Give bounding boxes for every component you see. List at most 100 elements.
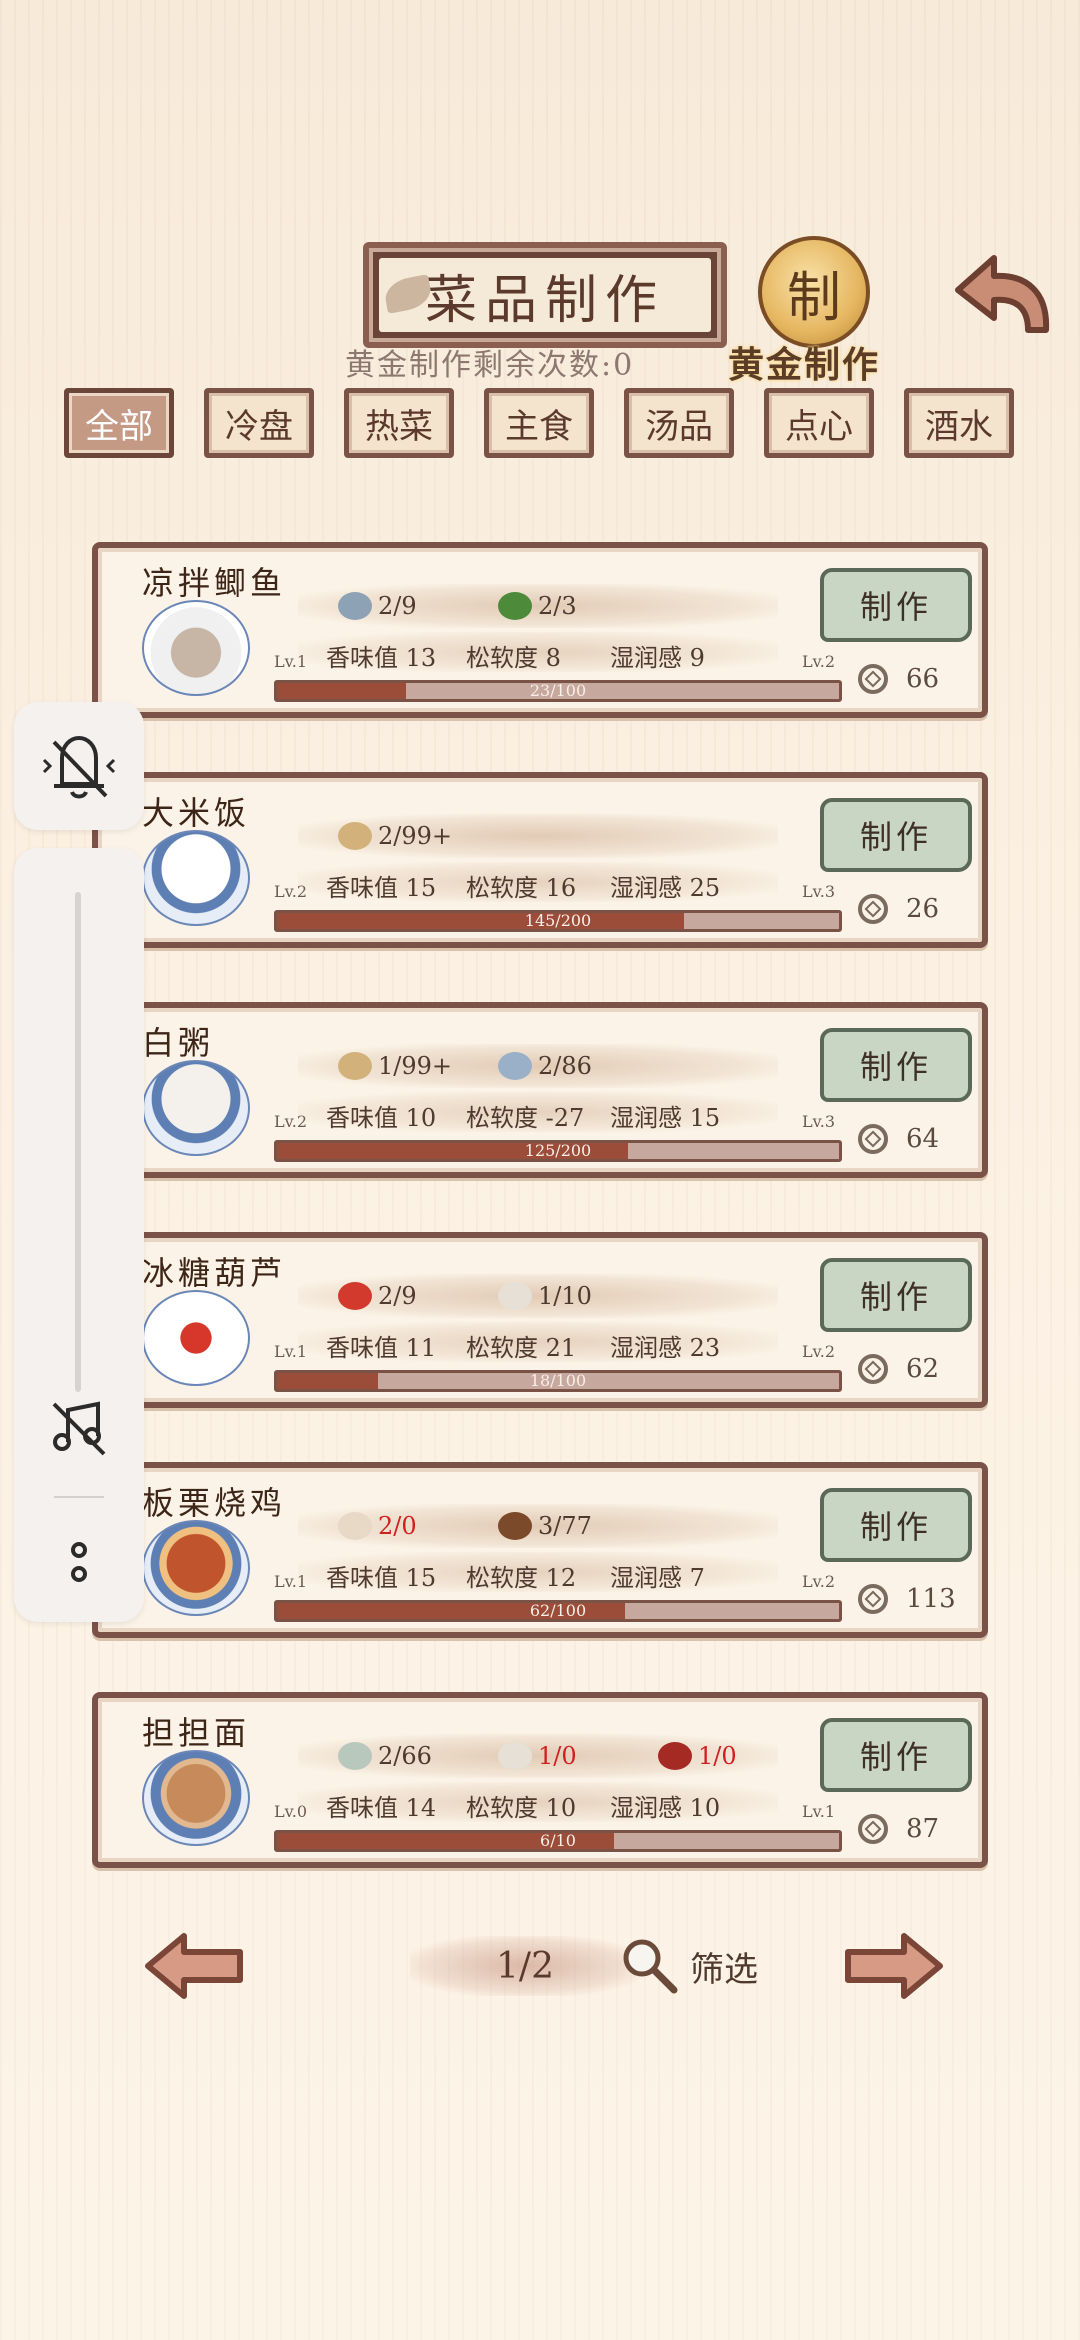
back-button[interactable] — [948, 244, 1056, 340]
hawthorn-icon — [338, 1282, 372, 1310]
ingredient-count: 1/10 — [538, 1282, 592, 1310]
dish-image — [142, 1060, 250, 1156]
filter-label: 筛选 — [690, 1949, 758, 1990]
make-button[interactable]: 制作 — [820, 1258, 972, 1332]
ingredient: 3/77 — [498, 1506, 592, 1546]
ingredient: 2/66 — [338, 1736, 432, 1776]
tab-all[interactable]: 全部 — [64, 388, 174, 458]
sugar-icon — [498, 1282, 532, 1310]
price: 87 — [858, 1814, 939, 1844]
right-arrow-icon — [845, 1933, 943, 1999]
vibrate-toggle-panel[interactable] — [14, 702, 144, 830]
fish-icon — [338, 592, 372, 620]
recipe-name: 板栗烧鸡 — [142, 1484, 287, 1522]
progress-text: 6/10 — [540, 1831, 576, 1850]
stat-moisture: 湿润感 23 — [610, 1334, 721, 1362]
stat-softness: 松软度 21 — [466, 1334, 577, 1362]
coin-icon — [858, 1124, 888, 1154]
stat-moisture: 湿润感 25 — [610, 874, 721, 902]
stat-moisture: 湿润感 9 — [610, 644, 705, 672]
make-button[interactable]: 制作 — [820, 1028, 972, 1102]
progress-text: 145/200 — [524, 911, 592, 930]
tab-dim-sum[interactable]: 点心 — [764, 388, 874, 458]
coin-icon — [858, 1354, 888, 1384]
stats-row: 香味值 15 松软度 12 湿润感 7 — [298, 1552, 778, 1592]
stat-aroma: 香味值 10 — [326, 1104, 437, 1132]
progress-text: 18/100 — [529, 1371, 587, 1390]
ingredient-count: 1/99+ — [378, 1052, 453, 1080]
noodle-icon — [338, 1742, 372, 1770]
dish-image — [142, 1750, 250, 1846]
ingredient-count: 2/99+ — [378, 822, 453, 850]
level-next: Lv.2 — [802, 1342, 836, 1361]
level-progress-bar: 62/100 — [274, 1600, 842, 1622]
stats-row: 香味值 15 松软度 16 湿润感 25 — [298, 862, 778, 902]
tab-cold-dish[interactable]: 冷盘 — [204, 388, 314, 458]
progress-text: 62/100 — [529, 1601, 587, 1620]
ingredient-count: 1/0 — [538, 1742, 577, 1770]
tab-staple[interactable]: 主食 — [484, 388, 594, 458]
chestnut-icon — [498, 1512, 532, 1540]
bowl-icon — [498, 1052, 532, 1080]
chicken-icon — [338, 1512, 372, 1540]
level-progress-bar: 125/200 — [274, 1140, 842, 1162]
next-page-button[interactable] — [840, 1930, 944, 2002]
coin-icon — [858, 894, 888, 924]
level-progress-bar: 6/10 — [274, 1830, 842, 1852]
category-tabs: 全部 冷盘 热菜 主食 汤品 点心 酒水 — [64, 388, 1024, 464]
price-value: 64 — [906, 1124, 940, 1154]
recipe-name: 凉拌鲫鱼 — [142, 564, 287, 602]
ingredient: 2/99+ — [338, 816, 452, 856]
recipe-name: 冰糖葫芦 — [142, 1254, 287, 1292]
dish-image — [142, 600, 250, 696]
ingredient: 2/0 — [338, 1506, 417, 1546]
tab-hot-dish[interactable]: 热菜 — [344, 388, 454, 458]
ingredient: 1/10 — [498, 1276, 592, 1316]
ingredient: 2/86 — [498, 1046, 592, 1086]
rice-stalk-icon — [338, 1052, 372, 1080]
left-arrow-icon — [145, 1933, 243, 1999]
price-value: 87 — [906, 1814, 940, 1844]
level-progress-bar: 18/100 — [274, 1370, 842, 1392]
stat-aroma: 香味值 14 — [326, 1794, 437, 1822]
price: 62 — [858, 1354, 939, 1384]
stat-aroma: 香味值 13 — [326, 644, 437, 672]
pagination: 1/2 筛选 — [0, 1930, 1080, 2010]
dish-image — [142, 830, 250, 926]
magnifier-icon — [623, 1939, 678, 1994]
stat-moisture: 湿润感 10 — [610, 1794, 721, 1822]
rice-stalk-icon — [338, 822, 372, 850]
prev-page-button[interactable] — [144, 1930, 248, 2002]
sugar-icon — [498, 1742, 532, 1770]
chili-pepper-icon — [498, 592, 532, 620]
back-arrow-icon — [955, 255, 1050, 333]
gold-badge-char: 制 — [787, 265, 841, 329]
stat-aroma: 香味值 15 — [326, 874, 437, 902]
gold-craft-label[interactable]: 黄金制作 — [728, 336, 880, 388]
vibrate-mute-icon — [42, 735, 116, 799]
recipe-card: 担担面 2/66 1/0 1/0 Lv.0 香味值 14 松软度 10 湿润感 … — [92, 1692, 988, 1868]
more-icon[interactable] — [64, 1540, 94, 1586]
make-button[interactable]: 制作 — [820, 1488, 972, 1562]
make-button[interactable]: 制作 — [820, 798, 972, 872]
make-button[interactable]: 制作 — [820, 1718, 972, 1792]
level-next: Lv.3 — [802, 1112, 836, 1131]
music-off-icon[interactable] — [48, 1396, 110, 1458]
ingredient: 2/3 — [498, 586, 577, 626]
tab-drinks[interactable]: 酒水 — [904, 388, 1014, 458]
price: 26 — [858, 894, 939, 924]
price-value: 66 — [906, 664, 940, 694]
gold-craft-badge[interactable]: 制 — [758, 236, 870, 348]
tab-soup[interactable]: 汤品 — [624, 388, 734, 458]
ingredient: 1/0 — [498, 1736, 577, 1776]
stat-softness: 松软度 -27 — [466, 1104, 585, 1132]
filter-button[interactable]: 筛选 — [620, 1936, 758, 1996]
level-next: Lv.2 — [802, 652, 836, 671]
price-value: 26 — [906, 894, 940, 924]
make-button[interactable]: 制作 — [820, 568, 972, 642]
recipe-card: 白粥 1/99+ 2/86 Lv.2 香味值 10 松软度 -27 湿润感 15… — [92, 1002, 988, 1178]
volume-slider-track[interactable] — [75, 892, 81, 1392]
ingredient: 2/9 — [338, 1276, 417, 1316]
stat-softness: 松软度 10 — [466, 1794, 577, 1822]
level-progress-bar: 145/200 — [274, 910, 842, 932]
